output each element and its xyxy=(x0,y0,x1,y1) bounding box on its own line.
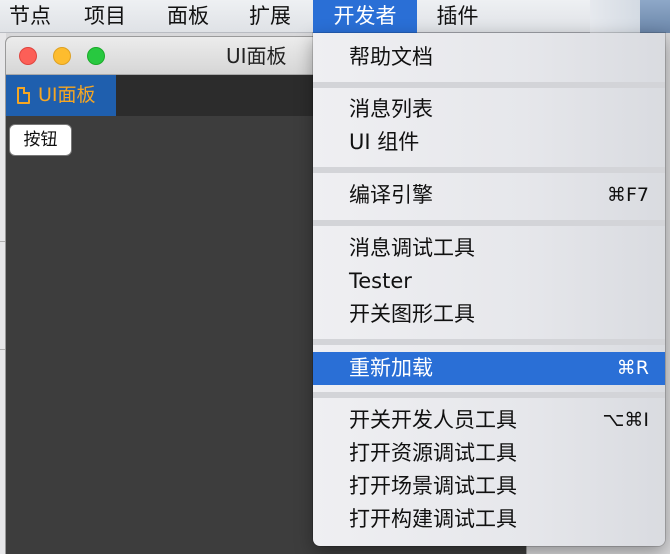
close-window-button[interactable] xyxy=(19,47,37,65)
menu-item-help-docs[interactable]: 帮助文档 xyxy=(313,41,665,74)
developer-dropdown-menu: 帮助文档 消息列表 UI 组件 编译引擎 ⌘F7 消息调试工具 Tester 开… xyxy=(313,33,665,546)
menu-item-label: 开关图形工具 xyxy=(349,302,475,326)
menu-item-label: 编译引擎 xyxy=(349,183,433,207)
tab-label: UI面板 xyxy=(38,84,96,106)
document-icon xyxy=(17,87,30,104)
menu-item-open-build-debugger[interactable]: 打开构建调试工具 xyxy=(313,503,665,536)
tab-ui-panel[interactable]: UI面板 xyxy=(6,75,116,116)
menu-item-label: 打开构建调试工具 xyxy=(349,507,517,531)
menu-item-open-scene-debugger[interactable]: 打开场景调试工具 xyxy=(313,470,665,503)
menu-item-message-debugger[interactable]: 消息调试工具 xyxy=(313,232,665,265)
menu-item-message-list[interactable]: 消息列表 xyxy=(313,93,665,126)
minimize-window-button[interactable] xyxy=(53,47,71,65)
menu-item-label: 消息列表 xyxy=(349,97,433,121)
shortcut-label: ⌘F7 xyxy=(606,184,649,206)
menu-item-label: 打开场景调试工具 xyxy=(349,474,517,498)
menu-item-toggle-graphics-tools[interactable]: 开关图形工具 xyxy=(313,298,665,331)
menu-extension[interactable]: 扩展 xyxy=(240,0,300,33)
menu-item-label: 帮助文档 xyxy=(349,45,433,69)
menu-item-label: UI 组件 xyxy=(349,130,420,154)
menu-item-label: Tester xyxy=(349,269,412,293)
menu-separator xyxy=(313,167,665,173)
panel-button[interactable]: 按钮 xyxy=(9,124,72,156)
menu-project[interactable]: 项目 xyxy=(75,0,135,33)
maximize-window-button[interactable] xyxy=(87,47,105,65)
menu-item-label: 打开资源调试工具 xyxy=(349,441,517,465)
menubar-status-area xyxy=(640,0,670,33)
menu-item-tester[interactable]: Tester xyxy=(313,265,665,298)
menu-nodes[interactable]: 节点 xyxy=(0,0,60,33)
shortcut-label: ⌥⌘I xyxy=(602,409,650,431)
menu-item-compile-engine[interactable]: 编译引擎 ⌘F7 xyxy=(313,179,665,212)
menu-item-ui-components[interactable]: UI 组件 xyxy=(313,126,665,159)
menu-item-label: 开关开发人员工具 xyxy=(349,408,517,432)
menu-item-reload[interactable]: 重新加载 ⌘R xyxy=(313,352,665,385)
menu-plugins[interactable]: 插件 xyxy=(425,0,490,33)
menu-separator xyxy=(313,82,665,88)
menu-item-toggle-devtools[interactable]: 开关开发人员工具 ⌥⌘I xyxy=(313,404,665,437)
shortcut-label: ⌘R xyxy=(616,357,649,379)
window-title: UI面板 xyxy=(226,44,287,68)
menu-item-label: 消息调试工具 xyxy=(349,236,475,260)
menu-panel[interactable]: 面板 xyxy=(158,0,218,33)
menu-separator xyxy=(313,220,665,226)
menu-item-label: 重新加载 xyxy=(349,356,433,380)
menu-item-open-asset-debugger[interactable]: 打开资源调试工具 xyxy=(313,437,665,470)
menu-separator xyxy=(313,339,665,345)
menu-developer[interactable]: 开发者 xyxy=(313,0,417,33)
menu-separator xyxy=(313,392,665,398)
menu-bar: 节点 项目 面板 扩展 开发者 插件 xyxy=(0,0,670,33)
